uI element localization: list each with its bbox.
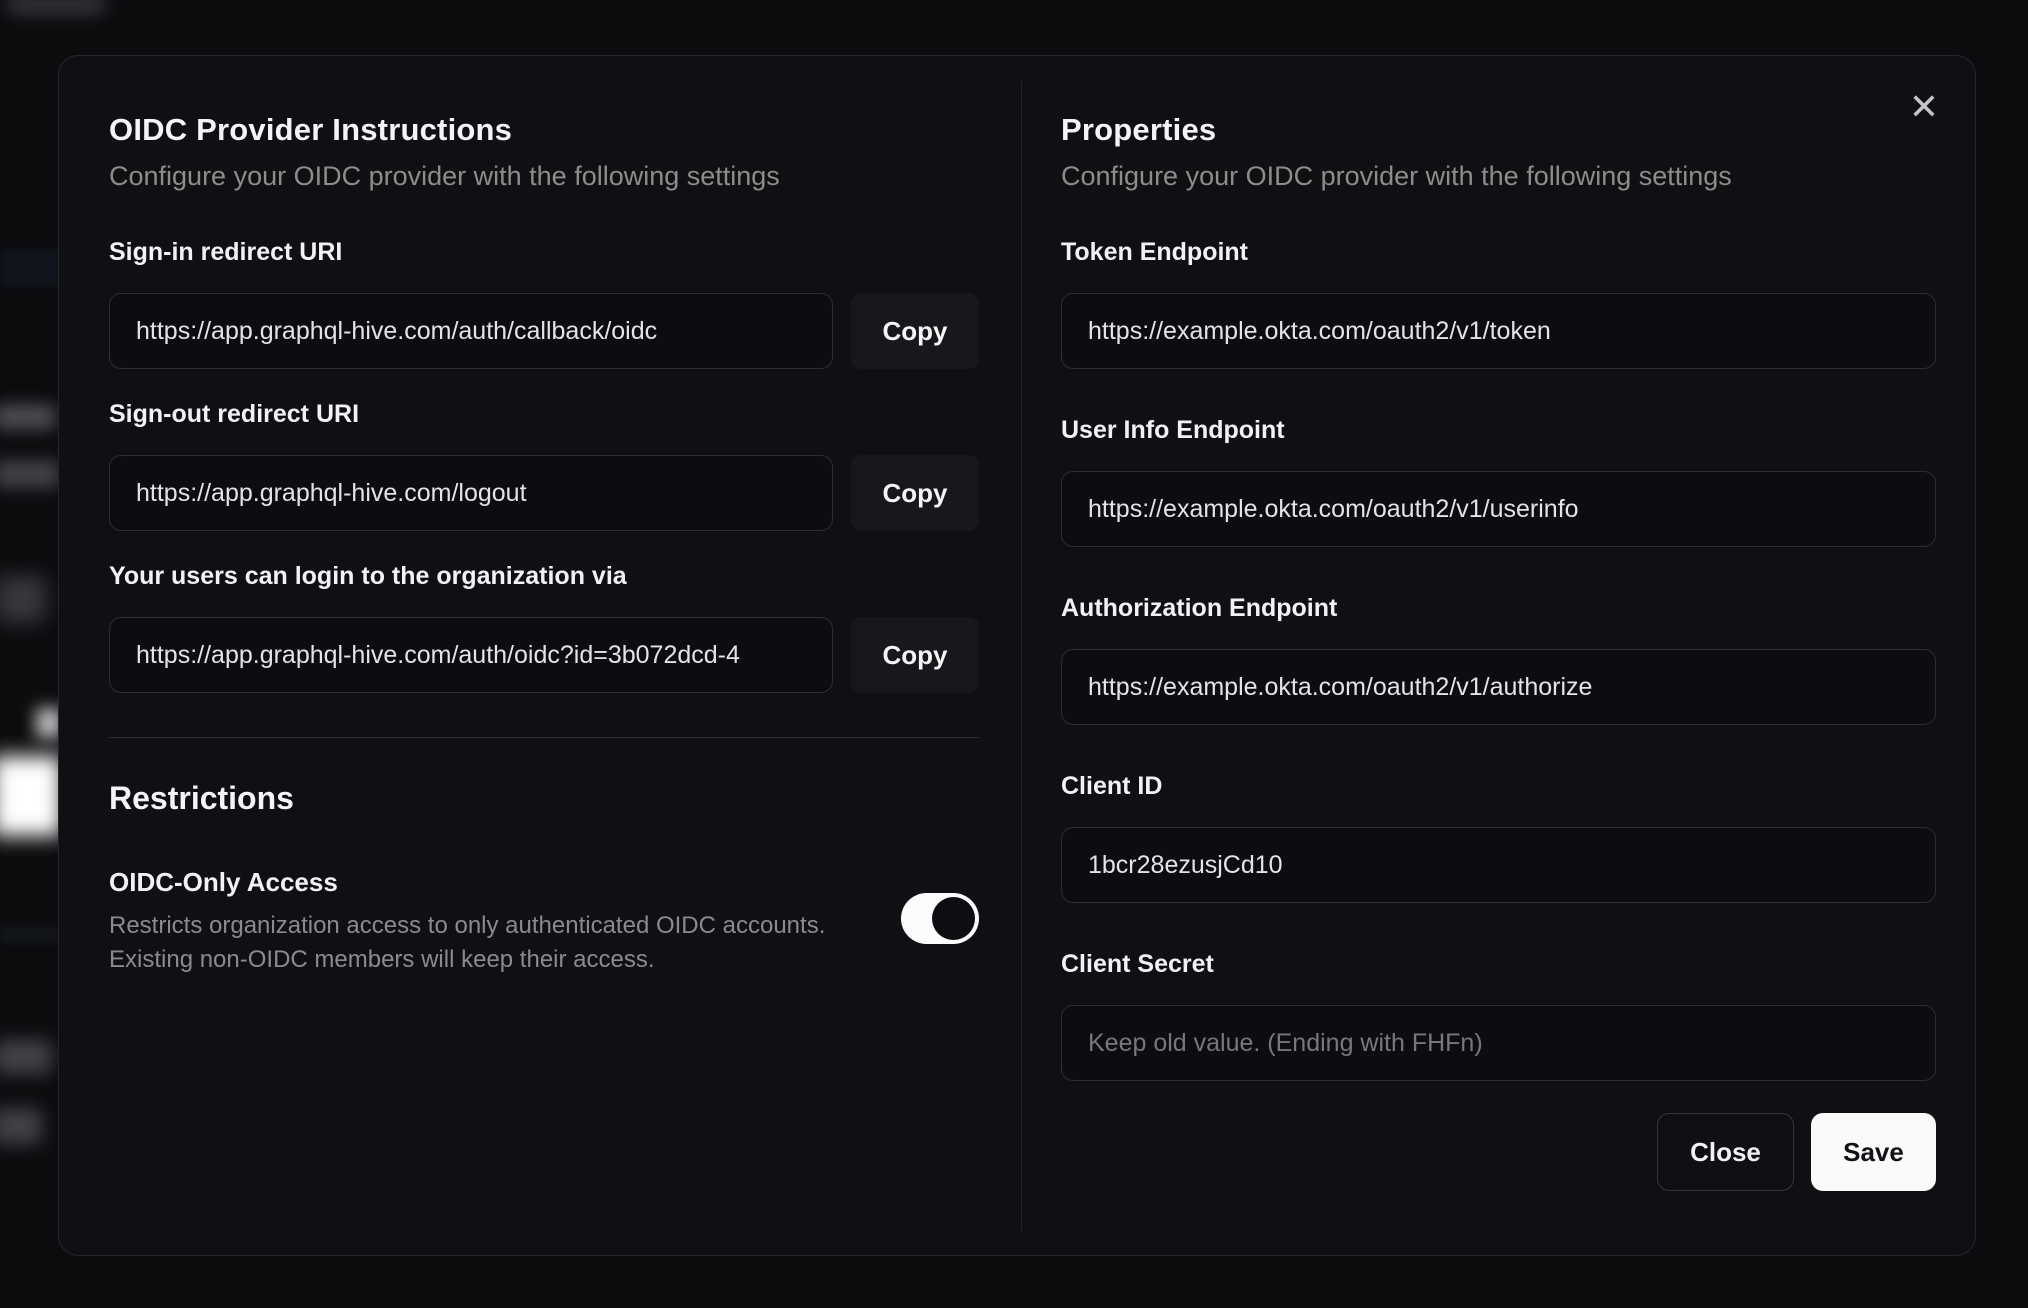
login-url-field: Your users can login to the organization… (109, 562, 979, 693)
signout-redirect-label: Sign-out redirect URI (109, 400, 360, 428)
client-id-label: Client ID (1061, 772, 1163, 800)
login-url-label: Your users can login to the organization… (109, 562, 627, 590)
signout-redirect-input[interactable] (109, 455, 833, 531)
instructions-subtitle: Configure your OIDC provider with the fo… (109, 161, 780, 191)
signin-redirect-input[interactable] (109, 293, 833, 369)
background-blur-fragment (0, 404, 56, 430)
properties-subtitle: Configure your OIDC provider with the fo… (1061, 161, 1732, 191)
description-line-1: Restricts organization access to only au… (109, 912, 826, 939)
restrictions-title: Restrictions (109, 780, 294, 816)
dialog-actions: Close Save (1061, 1113, 1936, 1191)
userinfo-endpoint-input[interactable] (1061, 471, 1936, 547)
copy-signin-button[interactable]: Copy (851, 293, 979, 369)
properties-title: Properties (1061, 112, 1217, 147)
background-blur-fragment (0, 576, 46, 622)
properties-column: Properties Configure your OIDC provider … (1061, 112, 1936, 1191)
signout-redirect-field: Sign-out redirect URI Copy (109, 400, 979, 531)
section-divider (109, 737, 979, 738)
token-endpoint-field: Token Endpoint (1061, 238, 1936, 369)
client-secret-field: Client Secret (1061, 950, 1936, 1081)
token-endpoint-label: Token Endpoint (1061, 238, 1249, 266)
oidc-only-access-label: OIDC-Only Access (109, 867, 338, 897)
instructions-column: OIDC Provider Instructions Configure you… (109, 112, 979, 977)
instructions-title: OIDC Provider Instructions (109, 112, 513, 147)
copy-login-url-button[interactable]: Copy (851, 617, 979, 693)
userinfo-endpoint-label: User Info Endpoint (1061, 416, 1285, 444)
oidc-only-toggle[interactable] (901, 893, 979, 944)
client-secret-label: Client Secret (1061, 950, 1214, 978)
background-blur-fragment (0, 460, 60, 488)
signin-redirect-label: Sign-in redirect URI (109, 238, 343, 266)
oidc-settings-dialog: ✕ OIDC Provider Instructions Configure y… (58, 55, 1976, 1256)
description-line-2: Existing non-OIDC members will keep thei… (109, 946, 655, 973)
client-id-field: Client ID (1061, 772, 1936, 903)
close-button[interactable]: Close (1657, 1113, 1794, 1191)
token-endpoint-input[interactable] (1061, 293, 1936, 369)
background-blur-fragment (6, 0, 106, 14)
oidc-only-access-text: OIDC-Only Access Restricts organization … (109, 867, 825, 977)
background-blur-fragment (0, 1108, 42, 1144)
oidc-only-access-row: OIDC-Only Access Restricts organization … (109, 867, 979, 977)
background-blur-fragment (0, 926, 62, 942)
background-blur-fragment (0, 756, 62, 836)
oidc-only-access-description: Restricts organization access to only au… (109, 909, 825, 977)
copy-signout-button[interactable]: Copy (851, 455, 979, 531)
background-blur-fragment (0, 250, 62, 286)
authorization-endpoint-label: Authorization Endpoint (1061, 594, 1338, 622)
login-url-input[interactable] (109, 617, 833, 693)
background-blur-fragment (0, 1040, 52, 1074)
userinfo-endpoint-field: User Info Endpoint (1061, 416, 1936, 547)
authorization-endpoint-field: Authorization Endpoint (1061, 594, 1936, 725)
client-id-input[interactable] (1061, 827, 1936, 903)
toggle-knob (932, 897, 975, 940)
signin-redirect-field: Sign-in redirect URI Copy (109, 238, 979, 369)
save-button[interactable]: Save (1811, 1113, 1936, 1191)
client-secret-input[interactable] (1061, 1005, 1936, 1081)
column-divider (1021, 81, 1022, 1231)
authorization-endpoint-input[interactable] (1061, 649, 1936, 725)
